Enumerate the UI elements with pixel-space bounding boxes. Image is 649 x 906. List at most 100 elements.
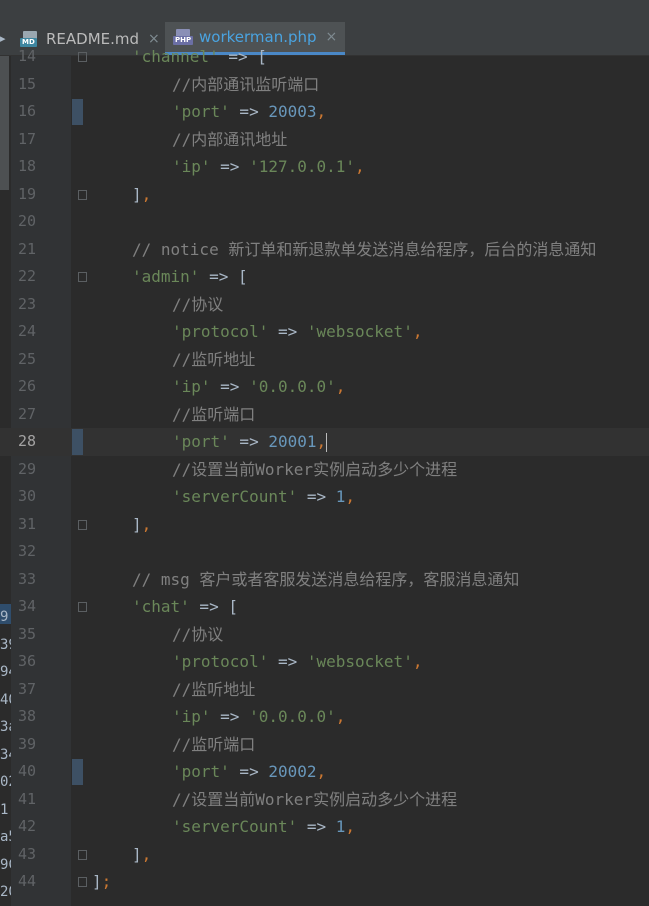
code-line[interactable]: 17 //内部通讯地址 (0, 126, 649, 154)
code-text: //监听地址 (172, 676, 255, 704)
line-number: 37 (17, 679, 36, 698)
code-token: //内部通讯地址 (172, 129, 288, 149)
code-token: , (335, 377, 346, 396)
code-line[interactable]: 43], (0, 841, 649, 869)
code-line[interactable]: 26 'ip' => '0.0.0.0', (0, 373, 649, 401)
code-line[interactable]: 27 //监听端口 (0, 401, 649, 429)
line-number: 27 (17, 404, 36, 423)
code-token: 'ip' (172, 157, 211, 176)
change-marker (72, 759, 83, 785)
line-number: 31 (17, 514, 36, 533)
code-token: , (345, 487, 356, 506)
code-token: , (355, 157, 365, 176)
code-token: '0.0.0.0' (249, 707, 336, 726)
code-text: ], (132, 181, 151, 209)
code-token: , (141, 184, 152, 204)
fold-toggle-icon[interactable] (78, 877, 87, 887)
code-token: //设置当前Worker实例启动多少个进程 (172, 459, 458, 479)
code-line[interactable]: 41 //设置当前Worker实例启动多少个进程 (0, 786, 649, 814)
code-line[interactable]: 40 'port' => 20002, (0, 758, 649, 786)
code-text: 'chat' => [ (132, 593, 238, 621)
line-number: 24 (17, 322, 36, 340)
line-number: 39 (17, 734, 36, 753)
code-line[interactable]: 31], (0, 511, 649, 539)
line-number: 28 (17, 432, 36, 450)
line-number: 25 (17, 349, 36, 368)
code-text: //协议 (172, 291, 223, 319)
code-token: => (210, 157, 250, 176)
code-line[interactable]: 23 //协议 (0, 291, 649, 319)
line-number: 20 (17, 212, 36, 230)
code-line[interactable]: 15 //内部通讯监听端口 (0, 71, 649, 99)
code-token: => (229, 102, 269, 121)
line-number: 14 (17, 47, 36, 65)
code-line[interactable]: 14 'channel' => [ (0, 43, 649, 71)
code-line[interactable]: 32 (0, 538, 649, 566)
code-token: 'ip' (172, 707, 211, 726)
fold-toggle-icon[interactable] (78, 602, 87, 612)
code-line[interactable]: 25 //监听地址 (0, 346, 649, 374)
code-line[interactable]: 34 'chat' => [ (0, 593, 649, 621)
code-token: 'websocket' (306, 322, 413, 341)
code-line[interactable]: 36 'protocol' => 'websocket', (0, 648, 649, 676)
code-token: => [ (218, 47, 267, 66)
code-token: ] (132, 514, 142, 534)
code-line[interactable]: 35 //协议 (0, 621, 649, 649)
code-line[interactable]: 18 'ip' => '127.0.0.1', (0, 153, 649, 181)
code-token: , (141, 514, 152, 534)
code-line[interactable]: 28 'port' => 20001, (0, 428, 649, 456)
code-line[interactable]: 29 //设置当前Worker实例启动多少个进程 (0, 456, 649, 484)
code-token: //监听地址 (172, 349, 256, 369)
code-token: 20001 (268, 432, 317, 451)
code-line[interactable]: 42 'serverCount' => 1, (0, 813, 649, 841)
fold-toggle-icon[interactable] (78, 272, 87, 282)
code-text: //设置当前Worker实例启动多少个进程 (172, 786, 457, 814)
code-token: // msg 客户或者客服发送消息给程序，客服消息通知 (132, 569, 520, 589)
code-text: 'protocol' => 'websocket', (172, 318, 422, 346)
code-token: //设置当前Worker实例启动多少个进程 (172, 789, 458, 809)
code-text: //设置当前Worker实例启动多少个进程 (172, 456, 457, 484)
code-line[interactable]: 24 'protocol' => 'websocket', (0, 318, 649, 346)
code-line[interactable]: 33 // msg 客户或者客服发送消息给程序，客服消息通知 (0, 566, 649, 594)
code-token: 'websocket' (306, 652, 413, 671)
code-token: // notice 新订单和新退款单发送消息给程序，后台的消息通知 (132, 239, 597, 259)
code-token: , (316, 762, 327, 781)
code-token: , (335, 707, 346, 726)
code-line[interactable]: 22 'admin' => [ (0, 263, 649, 291)
code-token: => (210, 707, 250, 726)
code-text: //内部通讯监听端口 (172, 71, 319, 99)
code-token: 'protocol' (172, 652, 269, 671)
line-number: 32 (17, 542, 36, 560)
code-token: 'ip' (172, 377, 211, 396)
code-token: 20002 (268, 762, 317, 781)
code-line[interactable]: 21 // notice 新订单和新退款单发送消息给程序，后台的消息通知 (0, 236, 649, 264)
code-token: 'chat' (132, 597, 190, 616)
line-number: 44 (17, 872, 36, 890)
code-line[interactable]: 37 //监听地址 (0, 676, 649, 704)
code-token: => (229, 762, 269, 781)
code-text: 'serverCount' => 1, (172, 483, 355, 511)
line-number: 35 (17, 624, 36, 643)
code-line[interactable]: 39 //监听端口 (0, 731, 649, 759)
line-number: 38 (17, 707, 36, 725)
fold-toggle-icon[interactable] (78, 849, 87, 860)
line-number: 17 (17, 129, 36, 148)
fold-toggle-icon[interactable] (78, 519, 87, 530)
fold-toggle-icon[interactable] (78, 52, 87, 62)
code-line[interactable]: 30 'serverCount' => 1, (0, 483, 649, 511)
code-token: => (297, 487, 336, 506)
code-text: 'channel' => [ (132, 43, 267, 71)
code-line[interactable]: 38 'ip' => '0.0.0.0', (0, 703, 649, 731)
code-line[interactable]: 44]; (0, 868, 649, 896)
code-line[interactable]: 19], (0, 181, 649, 209)
code-line[interactable]: 16 'port' => 20003, (0, 98, 649, 126)
code-token: ] (92, 872, 102, 891)
line-number: 15 (17, 74, 36, 93)
code-token: 'port' (172, 432, 230, 451)
code-token: , (316, 432, 327, 451)
code-text: // notice 新订单和新退款单发送消息给程序，后台的消息通知 (132, 236, 596, 264)
code-token: ] (132, 844, 142, 864)
code-line[interactable]: 20 (0, 208, 649, 236)
code-token: , (345, 817, 356, 836)
fold-toggle-icon[interactable] (78, 189, 87, 200)
